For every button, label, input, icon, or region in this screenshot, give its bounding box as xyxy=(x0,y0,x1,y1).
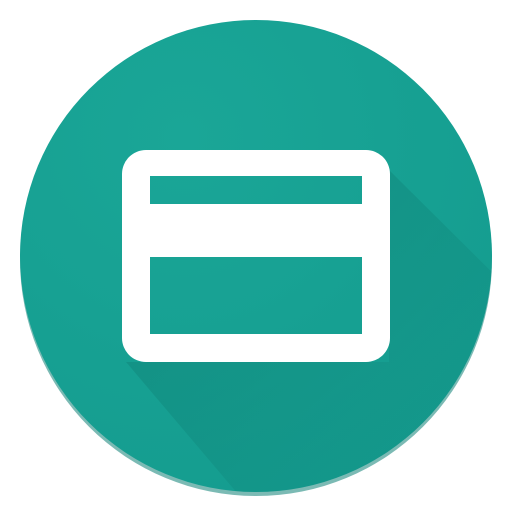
icon-stage xyxy=(0,0,512,512)
credit-card-app-icon[interactable] xyxy=(0,0,512,512)
